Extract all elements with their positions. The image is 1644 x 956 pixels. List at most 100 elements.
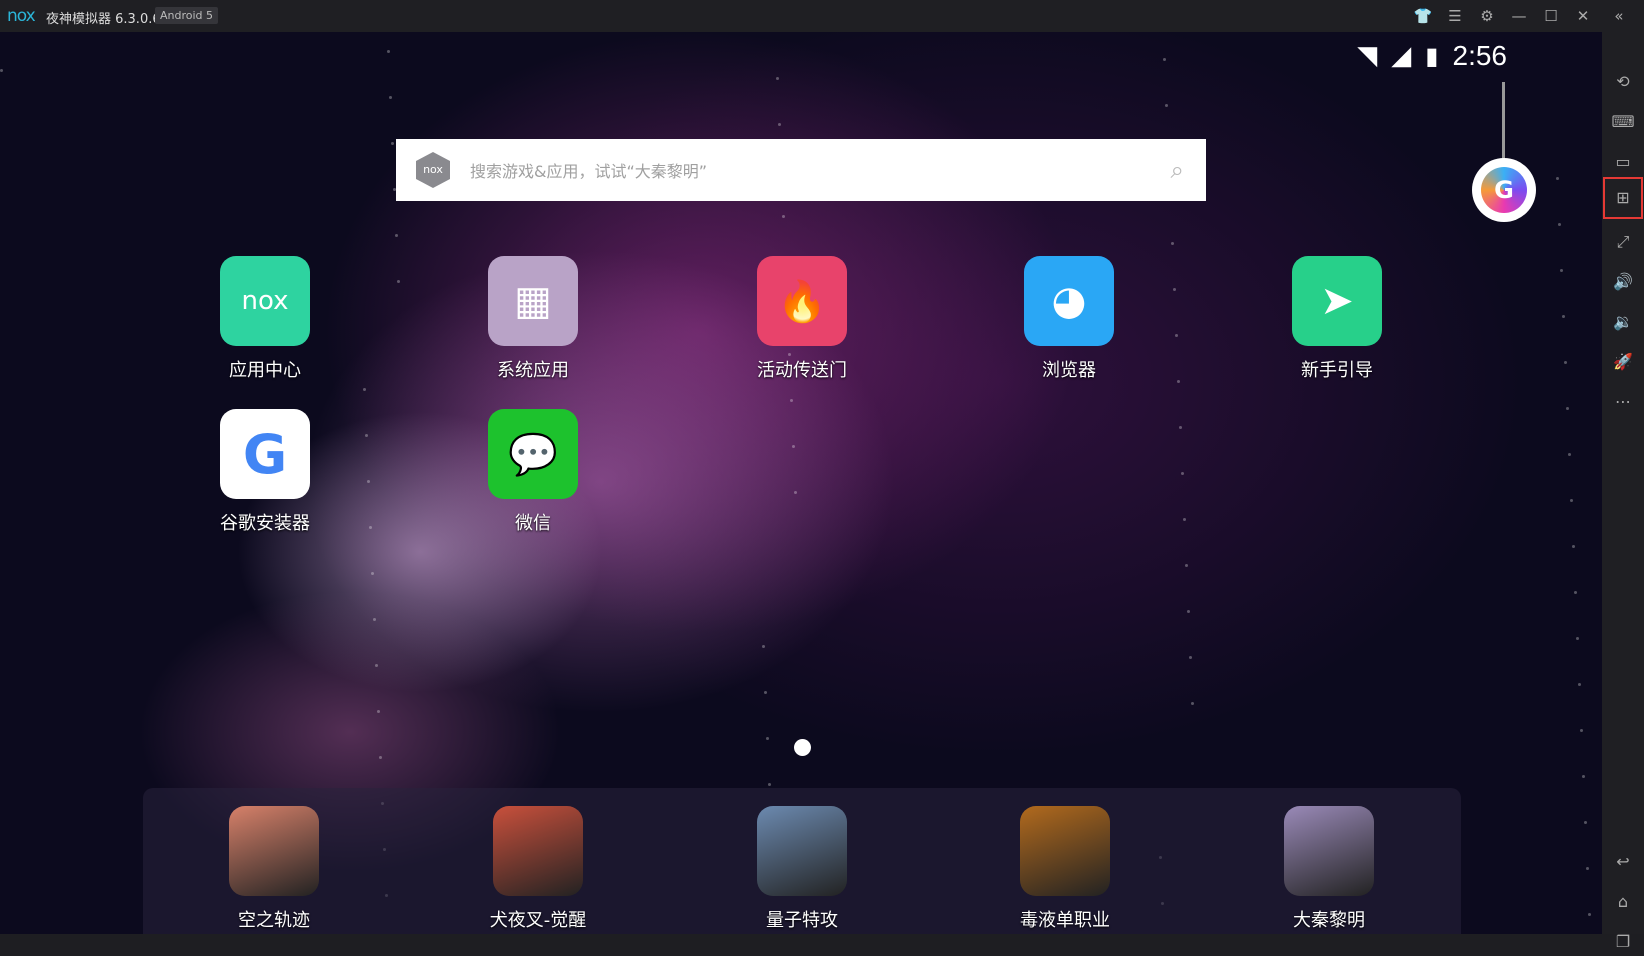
star — [792, 445, 795, 448]
app-icon-image: G — [220, 409, 310, 499]
star — [363, 388, 366, 391]
rocket-button[interactable]: 🚀 — [1609, 348, 1637, 376]
star — [1165, 104, 1168, 107]
home-button[interactable]: ⌂ — [1609, 888, 1637, 916]
app-icon-5[interactable]: G 谷歌安装器 — [195, 409, 335, 535]
star — [1191, 702, 1194, 705]
minimize-button[interactable]: — — [1506, 4, 1532, 28]
dock: 空之轨迹 犬夜叉-觉醒 量子特攻 毒液单职业 大秦黎明 — [143, 788, 1461, 934]
star — [1568, 453, 1571, 456]
app-icon-image: 🔥 — [757, 256, 847, 346]
app-icon-3[interactable]: ◕ 浏览器 — [999, 256, 1139, 382]
star — [764, 691, 767, 694]
game-icon — [229, 806, 319, 896]
star — [1175, 334, 1178, 337]
close-button[interactable]: ✕ — [1570, 4, 1596, 28]
star — [782, 215, 785, 218]
star — [387, 50, 390, 53]
app-label: 新手引导 — [1301, 360, 1373, 381]
star — [367, 480, 370, 483]
collapse-button[interactable]: « — [1606, 4, 1632, 28]
rotate-button[interactable]: ⟲ — [1609, 68, 1637, 96]
clock: 2:56 — [1452, 40, 1508, 71]
star — [1179, 426, 1182, 429]
star — [379, 756, 382, 759]
keyboard-button[interactable]: ⌨ — [1609, 108, 1637, 136]
search-bar[interactable]: nox 搜索游戏&应用，试试“大秦黎明” ⌕ — [396, 139, 1206, 201]
app-label: 大秦黎明 — [1293, 910, 1365, 931]
star — [0, 69, 3, 72]
game-icon — [1284, 806, 1374, 896]
app-icon-6[interactable]: 💬 微信 — [463, 409, 603, 535]
dock-app-0[interactable]: 空之轨迹 — [204, 806, 344, 932]
settings-button[interactable]: ⚙ — [1474, 4, 1500, 28]
star — [365, 434, 368, 437]
signal-icon: ◢ — [1391, 41, 1412, 71]
search-icon[interactable]: ⌕ — [1171, 156, 1184, 184]
g-icon: G — [1481, 167, 1527, 213]
more-button[interactable]: ⋯ — [1609, 388, 1637, 416]
app-icon-image: ◕ — [1024, 256, 1114, 346]
star — [371, 572, 374, 575]
recents-button[interactable]: ❐ — [1609, 928, 1637, 956]
star — [377, 710, 380, 713]
star — [1173, 288, 1176, 291]
nox-logo: nox — [7, 6, 36, 26]
app-title: 夜神模拟器 6.3.0.6 — [46, 12, 161, 27]
wifi-icon: ◥ — [1357, 41, 1378, 71]
star — [1558, 223, 1561, 226]
maximize-button[interactable]: ☐ — [1538, 4, 1564, 28]
title-bar: nox 夜神模拟器 6.3.0.6 Android 5 👕 ☰ ⚙ — ☐ ✕ « — [0, 0, 1644, 32]
star — [1578, 683, 1581, 686]
app-icon-2[interactable]: 🔥 活动传送门 — [732, 256, 872, 382]
app-label: 系统应用 — [497, 360, 569, 381]
star — [375, 664, 378, 667]
game-icon — [1020, 806, 1110, 896]
app-label: 微信 — [515, 513, 551, 534]
star — [1562, 315, 1565, 318]
app-icon-image: nox — [220, 256, 310, 346]
star — [1580, 729, 1583, 732]
volume-up-button[interactable]: 🔊 — [1609, 268, 1637, 296]
page-indicator[interactable] — [794, 739, 811, 756]
android-home-screen: ◥ ◢ ▮ 2:56 G nox 搜索游戏&应用，试试“大秦黎明” ⌕ nox 应… — [0, 32, 1602, 934]
emulator-sidebar: ⟲ ⌨ ▭ ⊞ ⤢ 🔊 🔉 🚀 ⋯ ↩ ⌂ ❐ — [1602, 32, 1644, 951]
star — [1586, 867, 1589, 870]
star — [776, 77, 779, 80]
star — [1185, 564, 1188, 567]
app-icon-0[interactable]: nox 应用中心 — [195, 256, 335, 382]
star — [1560, 269, 1563, 272]
app-icon-1[interactable]: ▦ 系统应用 — [463, 256, 603, 382]
search-input[interactable]: 搜索游戏&应用，试试“大秦黎明” — [470, 158, 1171, 182]
menu-button[interactable]: ☰ — [1442, 4, 1468, 28]
star — [391, 142, 394, 145]
app-label: 犬夜叉-觉醒 — [489, 910, 587, 931]
dock-app-1[interactable]: 犬夜叉-觉醒 — [468, 806, 608, 932]
back-button[interactable]: ↩ — [1609, 848, 1637, 876]
dock-app-2[interactable]: 量子特攻 — [732, 806, 872, 932]
star — [369, 526, 372, 529]
star — [762, 645, 765, 648]
android-version-badge: Android 5 — [155, 7, 219, 24]
app-icon-image: 💬 — [488, 409, 578, 499]
star — [1570, 499, 1573, 502]
star — [768, 783, 771, 786]
fullscreen-button[interactable]: ⤢ — [1609, 228, 1637, 256]
app-label: 量子特攻 — [766, 910, 838, 931]
star — [1566, 407, 1569, 410]
floating-g-bubble[interactable]: G — [1472, 158, 1536, 222]
app-label: 应用中心 — [229, 360, 301, 381]
app-icon-4[interactable]: ➤ 新手引导 — [1267, 256, 1407, 382]
dock-app-4[interactable]: 大秦黎明 — [1259, 806, 1399, 932]
star — [1564, 361, 1567, 364]
skin-button[interactable]: 👕 — [1410, 4, 1436, 28]
dock-app-3[interactable]: 毒液单职业 — [995, 806, 1135, 932]
app-icon-image: ▦ — [488, 256, 578, 346]
star — [766, 737, 769, 740]
screen-button[interactable]: ▭ — [1609, 148, 1637, 176]
game-icon — [757, 806, 847, 896]
star — [1588, 913, 1591, 916]
add-apk-button[interactable]: ⊞ — [1603, 177, 1643, 219]
volume-down-button[interactable]: 🔉 — [1609, 308, 1637, 336]
bubble-string — [1502, 82, 1505, 160]
